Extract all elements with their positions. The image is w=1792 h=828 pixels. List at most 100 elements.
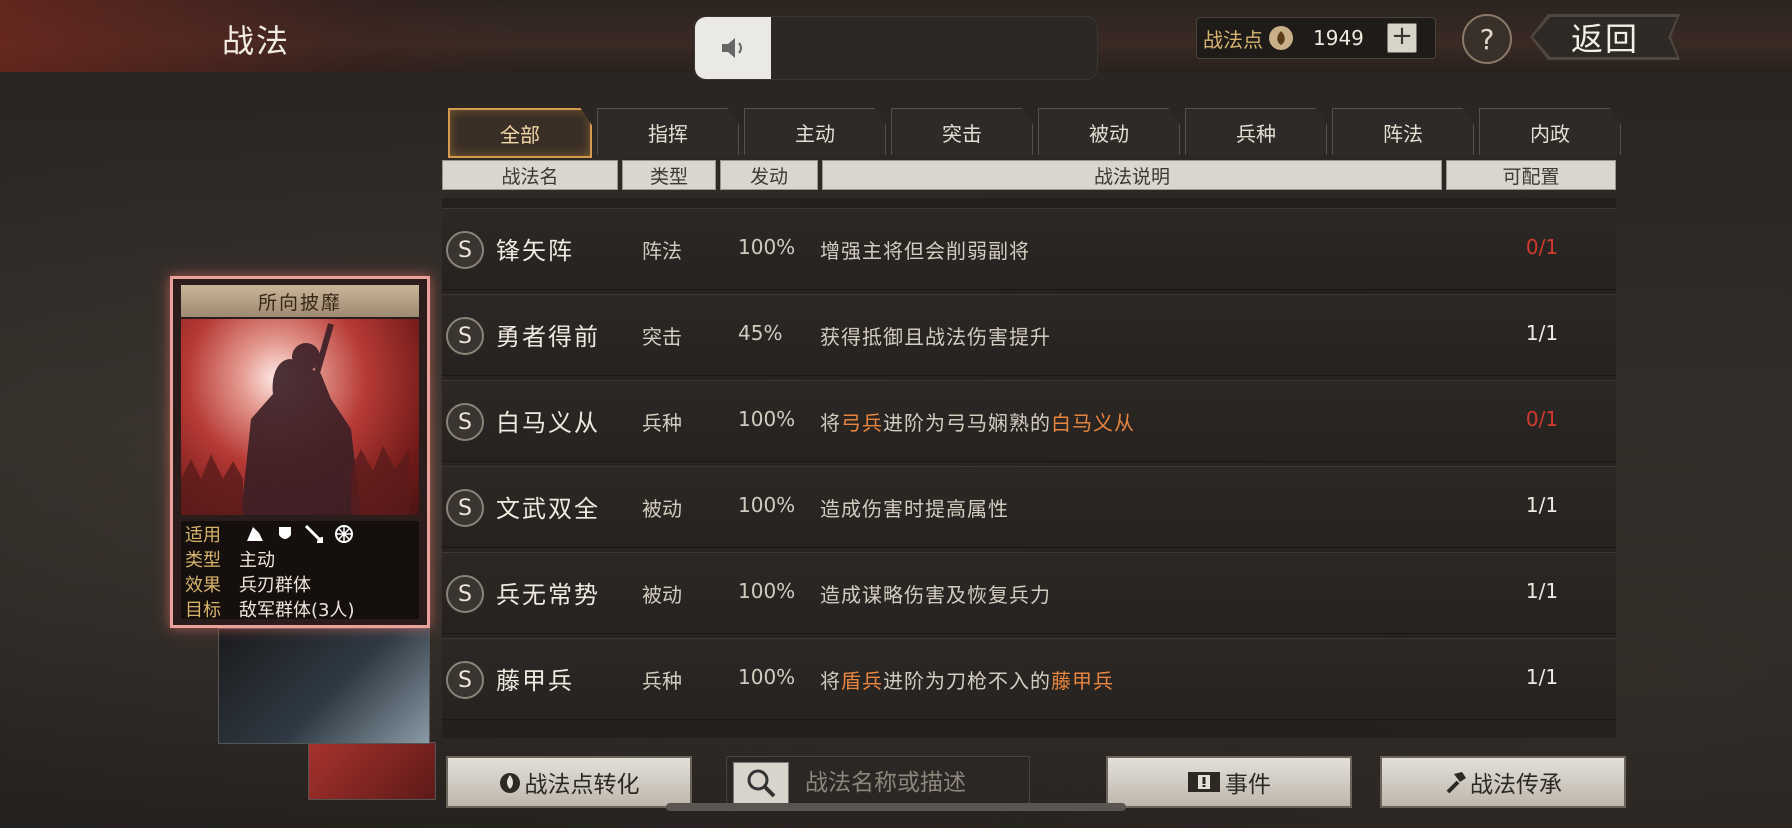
search-icon — [747, 769, 776, 798]
tactics-table[interactable]: S 锋矢阵 阵法 100% 增强主将但会削弱副将 0/1 S 勇者得前 突击 45% 获得抵御且战法… — [442, 198, 1616, 738]
tactic-description: 将弓兵进阶为弓马娴熟的白马义从 — [820, 407, 1135, 436]
search-bar[interactable] — [726, 756, 1030, 810]
tab-all[interactable]: 全部 — [448, 108, 592, 158]
search-input[interactable] — [803, 769, 1027, 797]
tactic-rate: 45% — [738, 321, 783, 345]
tactic-rate: 100% — [738, 235, 796, 259]
back-button[interactable]: 返回 — [1530, 14, 1680, 60]
tactic-type: 被动 — [642, 583, 682, 607]
hammer-icon — [1446, 772, 1466, 794]
column-header-desc: 战法说明 — [822, 160, 1442, 190]
points-coin-icon — [1269, 26, 1293, 50]
tactic-rate: 100% — [738, 665, 796, 689]
table-row[interactable]: S 文武双全 被动 100% 造成伤害时提高属性 1/1 — [442, 466, 1616, 548]
grade-badge: S — [446, 317, 484, 355]
card-info-key: 目标 — [185, 599, 221, 621]
applicable-troops — [239, 524, 353, 543]
tactic-type: 被动 — [642, 497, 682, 521]
tactic-description: 造成伤害时提高属性 — [820, 493, 1009, 522]
card-info-value: 敌军群体(3人) — [239, 599, 355, 621]
drop-icon — [499, 773, 520, 793]
table-row[interactable]: S 兵无常势 被动 100% 造成谋略伤害及恢复兵力 1/1 — [442, 552, 1616, 634]
grade-badge: S — [446, 403, 484, 441]
tactic-rate: 100% — [738, 493, 796, 517]
description-text: 造成谋略伤害及恢复兵力 — [820, 583, 1051, 607]
column-header-type[interactable]: 类型 — [622, 160, 716, 190]
description-text: 增强主将但会削弱副将 — [820, 239, 1030, 263]
search-button[interactable] — [733, 762, 789, 804]
tactic-name: 文武双全 — [496, 495, 600, 523]
description-highlight: 藤甲兵 — [1051, 669, 1114, 693]
audio-control[interactable] — [694, 16, 1098, 80]
tactic-config-count: 0/1 — [1525, 235, 1559, 259]
column-header-name[interactable]: 战法名 — [442, 160, 618, 190]
card-info-value: 主动 — [239, 549, 275, 571]
tactic-points-display: 战法点 1949 + — [1196, 17, 1436, 59]
tactic-description: 增强主将但会削弱副将 — [820, 235, 1030, 264]
tactic-rate: 100% — [738, 579, 796, 603]
table-row[interactable]: S 锋矢阵 阵法 100% 增强主将但会削弱副将 0/1 — [442, 208, 1616, 290]
description-highlight: 盾兵 — [841, 669, 883, 693]
inherit-tactic-button[interactable]: 战法传承 — [1380, 756, 1626, 808]
tactic-name: 兵无常势 — [496, 581, 600, 609]
card-info-key: 类型 — [185, 549, 221, 571]
table-row[interactable]: S 白马义从 兵种 100% 将弓兵进阶为弓马娴熟的白马义从 0/1 — [442, 380, 1616, 462]
tab-passive[interactable]: 被动 — [1038, 108, 1180, 155]
tactic-name: 藤甲兵 — [496, 667, 574, 695]
card-info: 适用 类型 主动 效果 兵刃群体 目标 敌军群体(3人) — [181, 521, 419, 621]
stacked-card-middle[interactable] — [218, 628, 430, 744]
grade-badge: S — [446, 489, 484, 527]
card-info-key: 效果 — [185, 574, 221, 596]
event-button[interactable]: 事件 — [1106, 756, 1352, 808]
tactic-config-count: 1/1 — [1525, 579, 1559, 603]
convert-points-button[interactable]: 战法点转化 — [446, 756, 692, 808]
table-row[interactable]: S 勇者得前 突击 45% 获得抵御且战法伤害提升 1/1 — [442, 294, 1616, 376]
table-row[interactable]: S 藤甲兵 兵种 100% 将盾兵进阶为刀枪不入的藤甲兵 1/1 — [442, 638, 1616, 720]
description-text: 造成伤害时提高属性 — [820, 497, 1009, 521]
tactic-description: 造成谋略伤害及恢复兵力 — [820, 579, 1051, 608]
event-label: 事件 — [1225, 772, 1271, 798]
description-text: 获得抵御且战法伤害提升 — [820, 325, 1051, 349]
description-text: 将 — [820, 411, 841, 435]
category-tabs: 全部 指挥 主动 突击 被动 兵种 阵法 内政 — [448, 108, 1626, 158]
description-text: 将 — [820, 669, 841, 693]
description-text: 进阶为刀枪不入的 — [883, 669, 1051, 693]
tactic-card[interactable]: 所向披靡 适用 类型 主动 效果 兵刃群体 目标 敌军群体(3人) — [170, 276, 430, 628]
page-title: 战法 — [222, 22, 291, 60]
inherit-tactic-label: 战法传承 — [1470, 772, 1562, 798]
card-info-value: 兵刃群体 — [239, 574, 311, 596]
tab-formation[interactable]: 阵法 — [1332, 108, 1474, 155]
help-button[interactable]: ? — [1462, 14, 1512, 64]
grade-badge: S — [446, 661, 484, 699]
tactic-type: 兵种 — [642, 669, 682, 693]
tab-assault[interactable]: 突击 — [891, 108, 1033, 155]
grade-badge: S — [446, 575, 484, 613]
points-label: 战法点 — [1203, 27, 1263, 52]
card-info-key: 适用 — [185, 524, 221, 546]
description-highlight: 白马义从 — [1051, 411, 1135, 435]
bow-icon — [335, 524, 353, 543]
speaker-button[interactable] — [695, 17, 771, 79]
tab-internal[interactable]: 内政 — [1479, 108, 1621, 155]
tactic-name: 白马义从 — [496, 409, 600, 437]
add-points-button[interactable]: + — [1387, 23, 1417, 53]
convert-points-label: 战法点转化 — [524, 772, 640, 798]
description-highlight: 弓兵 — [841, 411, 883, 435]
tactic-config-count: 1/1 — [1525, 493, 1559, 517]
tab-troop[interactable]: 兵种 — [1185, 108, 1327, 155]
tactic-config-count: 1/1 — [1525, 665, 1559, 689]
tactic-type: 突击 — [642, 325, 682, 349]
tab-active[interactable]: 主动 — [744, 108, 886, 155]
column-header-config[interactable]: 可配置 — [1446, 160, 1616, 190]
home-indicator — [666, 803, 1126, 811]
tactic-config-count: 0/1 — [1525, 407, 1559, 431]
column-header-rate[interactable]: 发动 — [720, 160, 818, 190]
event-icon — [1188, 772, 1220, 792]
tactic-type: 阵法 — [642, 239, 682, 263]
warrior-silhouette-image — [181, 323, 409, 515]
stacked-card-back[interactable] — [308, 742, 436, 800]
tab-command[interactable]: 指挥 — [597, 108, 739, 155]
spear-icon — [305, 524, 323, 543]
tactic-name: 锋矢阵 — [496, 237, 574, 265]
tactic-name: 勇者得前 — [496, 323, 600, 351]
